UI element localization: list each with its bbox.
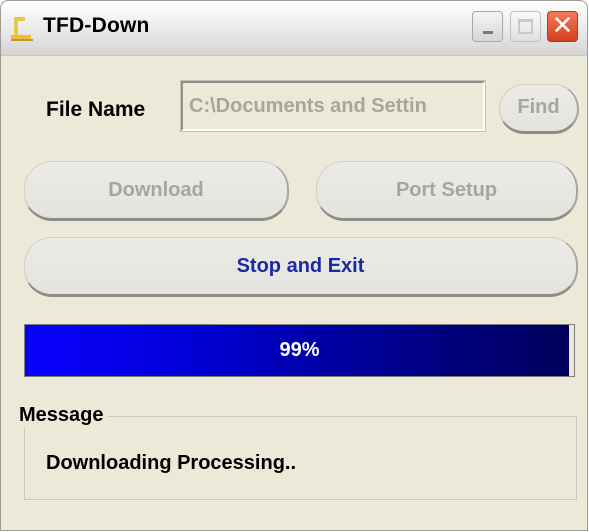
window-title: TFD-Down bbox=[43, 14, 150, 37]
minimize-icon bbox=[483, 31, 493, 34]
download-button[interactable]: Download bbox=[24, 161, 289, 221]
maximize-button[interactable] bbox=[510, 11, 541, 42]
maximize-icon bbox=[518, 19, 533, 34]
app-icon[interactable] bbox=[11, 15, 33, 41]
message-text: Downloading Processing.. bbox=[46, 452, 297, 474]
port-setup-button[interactable]: Port Setup bbox=[316, 161, 578, 221]
progress-percent: 99% bbox=[279, 339, 320, 361]
file-name-input[interactable] bbox=[180, 80, 486, 132]
title-bar[interactable]: TFD-Down ✕ bbox=[1, 1, 587, 56]
message-legend: Message bbox=[15, 404, 108, 427]
stop-and-exit-button[interactable]: Stop and Exit bbox=[24, 237, 578, 297]
app-window: TFD-Down ✕ File Name Find Download Port … bbox=[0, 0, 588, 531]
minimize-button[interactable] bbox=[472, 11, 503, 42]
progress-bar: 99% bbox=[24, 324, 575, 377]
close-icon: ✕ bbox=[551, 11, 574, 41]
file-name-label: File Name bbox=[46, 98, 146, 121]
find-button[interactable]: Find bbox=[499, 84, 579, 134]
close-button[interactable]: ✕ bbox=[547, 11, 578, 42]
